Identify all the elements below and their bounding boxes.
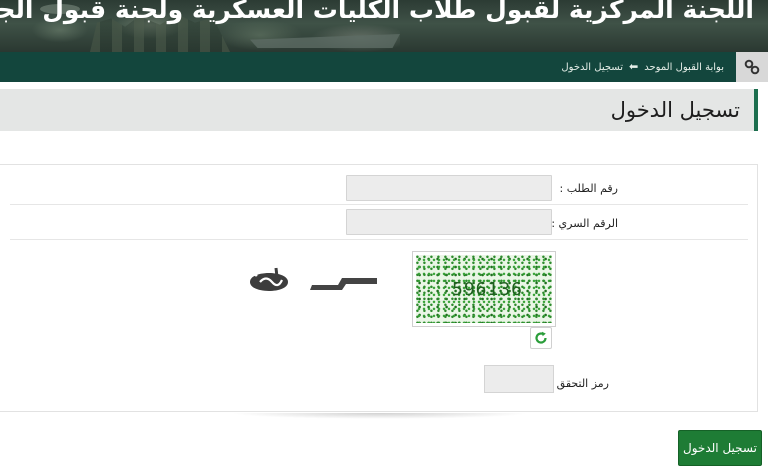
breadcrumb: بوابة القبول الموحد ⬅ تسجيل الدخول: [561, 52, 724, 82]
header-banner: اللجنة المركزية لقبول طلاب الكليات العسك…: [0, 0, 768, 52]
verification-code-input[interactable]: [484, 365, 554, 393]
link-icon[interactable]: [736, 52, 768, 82]
verification-code-label: رمز التحقق :: [549, 377, 609, 390]
breadcrumb-bar: بوابة القبول الموحد ⬅ تسجيل الدخول: [0, 52, 768, 82]
breadcrumb-current: تسجيل الدخول: [561, 62, 624, 73]
refresh-icon: [535, 331, 547, 344]
site-title: اللجنة المركزية لقبول طلاب الكليات العسك…: [0, 0, 754, 24]
password-label: الرقم السري :: [551, 217, 618, 230]
breadcrumb-home-link[interactable]: بوابة القبول الموحد: [644, 62, 724, 73]
captcha-image-box: 596136: [412, 251, 556, 327]
password-row: الرقم السري :: [10, 205, 748, 240]
request-number-row: رقم الطلب :: [10, 169, 748, 205]
breadcrumb-arrow-icon: ⬅: [629, 60, 639, 73]
page-title-bar: تسجيل الدخول: [0, 89, 758, 131]
captcha-image: 596136: [416, 255, 552, 323]
captcha-refresh-button[interactable]: [530, 327, 552, 349]
brand-logo: [250, 267, 377, 291]
login-button[interactable]: تسجيل الدخول: [678, 430, 762, 466]
page-title: تسجيل الدخول: [610, 98, 740, 122]
request-number-label: رقم الطلب :: [559, 182, 618, 195]
panel-shadow: [230, 413, 530, 419]
login-form-panel: رقم الطلب : الرقم السري : 596136 رمز الت…: [0, 164, 758, 412]
password-input[interactable]: [346, 209, 552, 235]
captcha-text: 596136: [452, 279, 524, 300]
request-number-input[interactable]: [346, 175, 552, 201]
